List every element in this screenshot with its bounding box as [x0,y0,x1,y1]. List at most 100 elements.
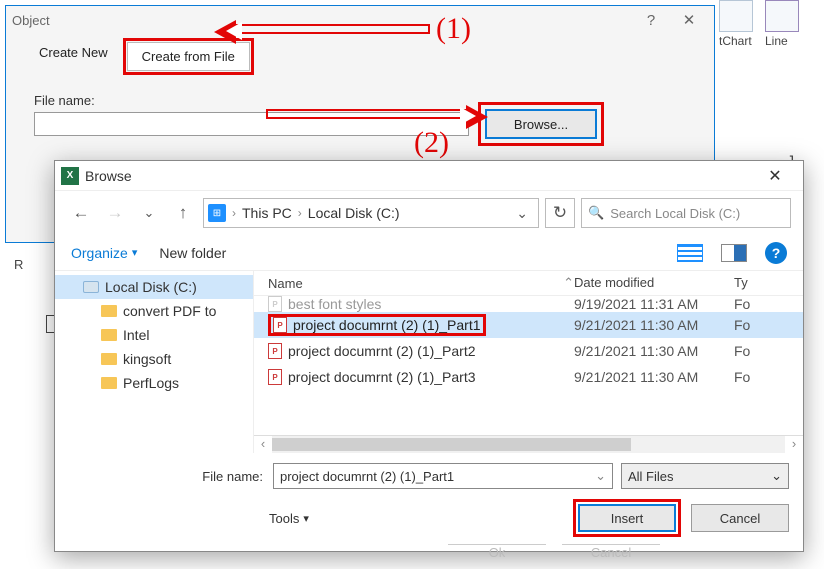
tools-menu[interactable]: Tools ▾ [269,511,309,526]
browse-button[interactable]: Browse... [485,109,597,139]
browse-dialog: X Browse ✕ ← → ⌄ ↑ ⊞ › This PC › Local D… [54,160,804,552]
cancel-button-ghost: Cancel [562,544,660,564]
file-date: 9/19/2021 11:31 AM [574,296,734,312]
breadcrumb-pc[interactable]: This PC [242,205,292,221]
close-icon[interactable]: ✕ [753,162,797,190]
folder-icon [101,305,117,317]
chevron-down-icon: ▾ [303,512,309,525]
search-input[interactable]: 🔍 Search Local Disk (C:) [581,198,791,228]
pdf-icon: P [273,317,287,333]
folder-tree: Local Disk (C:) convert PDF to Intel kin… [55,271,253,453]
scroll-right-icon[interactable]: › [785,436,803,453]
pdf-icon: P [268,296,282,312]
sort-asc-icon: ⌃ [563,275,574,291]
forward-icon[interactable]: → [101,199,129,227]
annotation-frame-insert: Insert [573,499,681,537]
object-dialog-buttons-ghost: Ok Cancel [448,544,660,564]
file-type: Fo [734,296,803,312]
col-type[interactable]: Ty [734,275,803,291]
file-name: project documrnt (2) (1)_Part2 [288,343,476,359]
tree-item-label: Local Disk (C:) [105,279,197,295]
view-list-icon[interactable] [677,244,703,262]
file-name-label: File name: [69,469,263,484]
file-type: Fo [734,343,803,359]
file-row[interactable]: P best font styles 9/19/2021 11:31 AM Fo [254,296,803,312]
tab-create-from-file[interactable]: Create from File [127,42,250,71]
file-row[interactable]: P project documrnt (2) (1)_Part2 9/21/20… [254,338,803,364]
tab-create-new[interactable]: Create New [24,38,123,75]
annotation-label-2: (2) [414,126,449,160]
file-type-filter[interactable]: All Files ⌄ [621,463,789,489]
tree-item-folder[interactable]: PerfLogs [55,371,253,395]
cancel-button[interactable]: Cancel [691,504,789,532]
search-placeholder: Search Local Disk (C:) [610,206,740,221]
browse-title: Browse [85,168,753,184]
organize-menu[interactable]: Organize ▾ [71,245,137,261]
tree-item-folder[interactable]: convert PDF to [55,299,253,323]
folder-icon [101,377,117,389]
file-name: project documrnt (2) (1)_Part3 [288,369,476,385]
chevron-down-icon: ⌄ [771,468,782,484]
up-icon[interactable]: ↑ [169,199,197,227]
file-date: 9/21/2021 11:30 AM [574,317,734,333]
disk-icon [83,281,99,293]
folder-icon [101,329,117,341]
col-name[interactable]: Name [268,276,303,291]
ribbon-line[interactable]: Line [765,0,799,48]
breadcrumb-drive[interactable]: Local Disk (C:) [308,205,400,221]
history-chevron-icon[interactable]: ⌄ [135,199,163,227]
file-row-selected[interactable]: P project documrnt (2) (1)_Part1 9/21/20… [254,312,803,338]
chevron-right-icon: › [298,206,302,220]
list-header[interactable]: Name ⌃ Date modified Ty [254,271,803,296]
address-bar[interactable]: ⊞ › This PC › Local Disk (C:) ⌄ [203,198,539,228]
search-icon: 🔍 [588,205,604,221]
tree-item-drive[interactable]: Local Disk (C:) [55,275,253,299]
file-name-value: project documrnt (2) (1)_Part1 [280,469,454,484]
back-icon[interactable]: ← [67,199,95,227]
tree-item-label: convert PDF to [123,303,216,319]
help-icon[interactable]: ? [632,12,670,29]
tree-item-folder[interactable]: Intel [55,323,253,347]
chevron-down-icon: ▾ [132,246,138,259]
chevron-right-icon: › [232,206,236,220]
file-list: Name ⌃ Date modified Ty P best font styl… [253,271,803,453]
pdf-icon: P [268,343,282,359]
file-date: 9/21/2021 11:30 AM [574,369,734,385]
file-name: project documrnt (2) (1)_Part1 [293,317,481,333]
tree-item-folder[interactable]: kingsoft [55,347,253,371]
ok-button-ghost: Ok [448,544,546,564]
file-name: best font styles [288,296,381,312]
annotation-label-1: (1) [436,12,471,46]
excel-icon: X [61,167,79,185]
chevron-down-icon[interactable]: ⌄ [595,468,606,484]
new-folder-button[interactable]: New folder [159,245,226,261]
bg-letter: R [14,257,23,272]
ribbon-pivotchart[interactable]: tChart [719,0,753,48]
help-icon[interactable]: ? [765,242,787,264]
tree-item-label: kingsoft [123,351,171,367]
tree-item-label: Intel [123,327,149,343]
annotation-frame-file: P project documrnt (2) (1)_Part1 [268,314,486,336]
tree-item-label: PerfLogs [123,375,179,391]
chevron-down-icon[interactable]: ⌄ [510,205,534,222]
file-name-label: File name: [34,93,714,108]
file-type: Fo [734,369,803,385]
annotation-arrow-1 [236,24,430,34]
filter-label: All Files [628,469,674,484]
refresh-icon[interactable]: ↻ [545,198,575,228]
annotation-arrow-2 [266,109,466,119]
ribbon-fragment: tChart Line [719,0,824,50]
annotation-frame-browse: Browse... [478,102,604,146]
file-row[interactable]: P project documrnt (2) (1)_Part3 9/21/20… [254,364,803,390]
scroll-left-icon[interactable]: ‹ [254,436,272,453]
insert-button[interactable]: Insert [578,504,676,532]
view-preview-icon[interactable] [721,244,747,262]
col-date[interactable]: Date modified [574,275,734,291]
folder-icon [101,353,117,365]
file-type: Fo [734,317,803,333]
close-icon[interactable]: ✕ [670,11,708,29]
horizontal-scrollbar[interactable]: ‹ › [254,435,803,453]
pc-icon: ⊞ [208,204,226,222]
file-name-combo[interactable]: project documrnt (2) (1)_Part1 ⌄ [273,463,613,489]
pdf-icon: P [268,369,282,385]
